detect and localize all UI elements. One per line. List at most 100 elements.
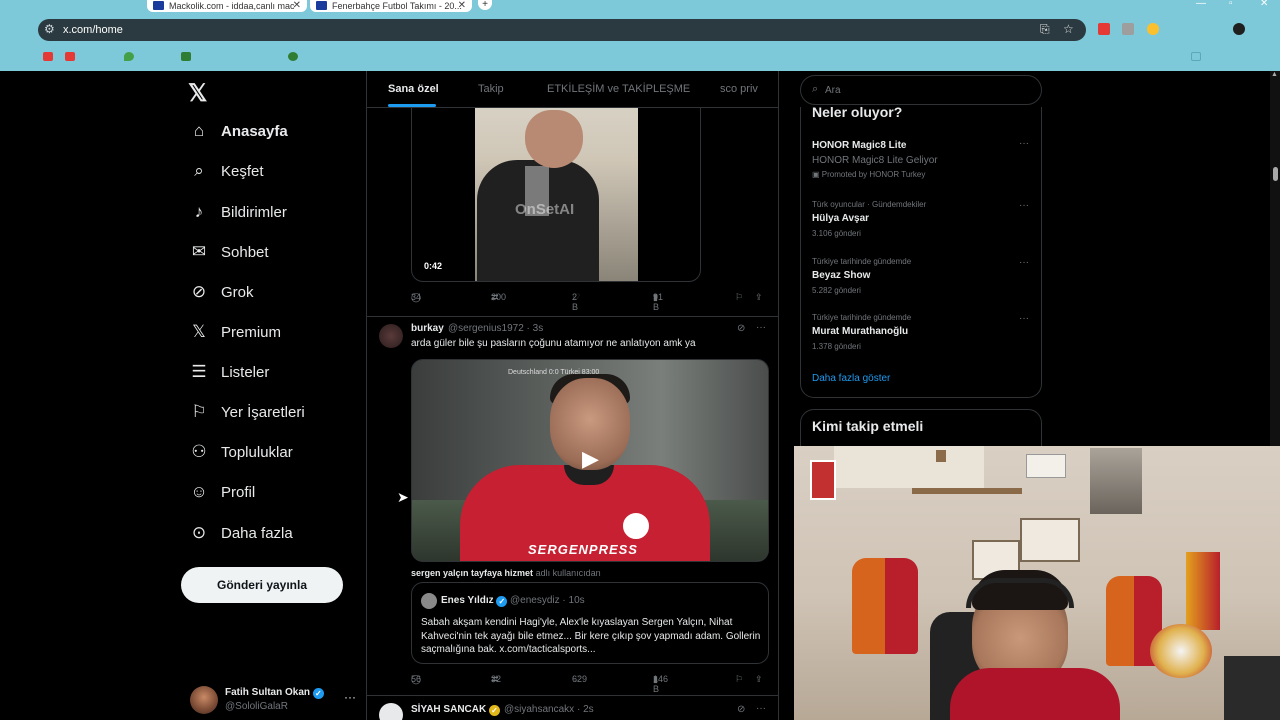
trend-title[interactable]: HONOR Magic8 Lite: [812, 140, 906, 151]
verified-badge-icon: ✓: [496, 596, 508, 607]
site-info-icon[interactable]: ⚙: [44, 22, 55, 36]
trend-post-count: 5.282 gönderi: [812, 286, 861, 295]
tweet-author-name[interactable]: burkay: [411, 323, 444, 334]
trend-title[interactable]: Beyaz Show: [812, 270, 870, 281]
share-icon[interactable]: ⇪: [755, 674, 763, 685]
install-app-icon[interactable]: ⎘: [1040, 22, 1050, 37]
bookmark-icon[interactable]: [181, 52, 191, 61]
search-input[interactable]: ⌕ Ara: [800, 75, 1042, 105]
tweet-author-name[interactable]: SİYAH SANCAK ✓: [411, 704, 500, 716]
nav-bookmarks[interactable]: ⚐ Yer İşaretleri: [188, 397, 305, 427]
maximize-icon[interactable]: ▫: [1229, 0, 1233, 9]
more-icon[interactable]: ···: [1019, 200, 1029, 211]
bookmark-tweet-icon[interactable]: ⚐: [735, 674, 743, 685]
x-logo-icon[interactable]: 𝕏: [188, 79, 207, 108]
nav-lists[interactable]: ☰ Listeler: [188, 357, 269, 387]
show-more-link[interactable]: Daha fazla göster: [812, 373, 890, 384]
close-window-icon[interactable]: ✕: [1260, 0, 1268, 9]
folder-bookmark-icon[interactable]: [1191, 52, 1201, 61]
tab-title: Mackolik.com - iddaa,canlı mac: [169, 1, 295, 11]
video-thumbnail: [475, 108, 638, 281]
tweet-author-handle[interactable]: @sergenius1972 · 3s: [448, 323, 543, 334]
retweet-count: 32: [491, 674, 502, 684]
tweet-divider: [367, 316, 778, 317]
people-icon: ⚇: [191, 442, 207, 461]
bookmarks-bar: [0, 44, 1280, 71]
context-author[interactable]: sergen yalçın tayfaya hizmet: [411, 568, 533, 578]
tab-list-sco-priv[interactable]: sco priv: [720, 83, 758, 95]
more-icon[interactable]: ···: [1019, 138, 1029, 149]
browser-tab-strip: Mackolik.com - iddaa,canlı mac ✕ Fenerba…: [0, 0, 1280, 16]
extension-icon[interactable]: [1147, 23, 1159, 35]
grok-icon[interactable]: ⊘: [737, 704, 745, 715]
tab-list-engagement[interactable]: ETKİLEŞİM ve TAKİPLEŞME: [547, 83, 690, 95]
extension-icon[interactable]: [1098, 23, 1110, 35]
share-icon[interactable]: ⇪: [755, 292, 763, 303]
nav-communities[interactable]: ⚇ Topluluklar: [188, 437, 292, 467]
close-tab-icon[interactable]: ✕: [293, 0, 301, 11]
account-handle: @SololiGalaR: [225, 701, 288, 712]
bookmark-tweet-icon[interactable]: ⚐: [735, 292, 743, 303]
browser-tab-mackolik[interactable]: Mackolik.com - iddaa,canlı mac ✕: [147, 0, 307, 12]
nav-explore[interactable]: ⌕ Keşfet: [188, 156, 263, 186]
more-icon[interactable]: ···: [756, 703, 766, 714]
nav-profile[interactable]: ☺ Profil: [188, 477, 255, 507]
framed-newspaper: [1020, 518, 1080, 562]
nav-home[interactable]: ⌂ Anasayfa: [188, 116, 288, 146]
star-bookmark-icon[interactable]: ☆: [1063, 22, 1074, 36]
new-tab-button[interactable]: +: [478, 0, 492, 10]
extension-icon[interactable]: [1122, 23, 1134, 35]
address-bar[interactable]: ⚙ x.com/home ⎘ ☆: [38, 19, 1086, 41]
nav-premium[interactable]: 𝕏 Premium: [188, 317, 281, 347]
url-text[interactable]: x.com/home: [63, 24, 123, 36]
tweet-video[interactable]: Deutschland 0:0 Türkei 83:00 ▶ SERGENPRE…: [411, 359, 769, 562]
more-icon[interactable]: ···: [1019, 257, 1029, 268]
nav-label: Sohbet: [221, 243, 269, 261]
youtube-bookmark-icon[interactable]: [43, 52, 53, 61]
bookmark-icon[interactable]: [288, 52, 298, 61]
search-icon: ⌕: [812, 83, 819, 95]
browser-tab-fenerbahce[interactable]: Fenerbahçe Futbol Takımı - 20... ✕: [310, 0, 472, 12]
view-count: 91 B: [653, 292, 664, 312]
maps-bookmark-icon[interactable]: [124, 52, 134, 61]
main-feed: Sana özel Takip ETKİLEŞİM ve TAKİPLEŞME …: [366, 71, 779, 720]
avatar[interactable]: [379, 703, 403, 720]
scroll-thumb[interactable]: [1273, 167, 1278, 181]
avatar: [421, 593, 437, 609]
avatar[interactable]: [379, 324, 403, 348]
tweet-actions: ◯ 34 ⇄ 200 ♡ 2 B ▮ 91 B ⚐ ⇪: [411, 292, 771, 312]
trend-title[interactable]: Murat Murathanoğlu: [812, 326, 908, 337]
like-count: 629: [572, 674, 588, 684]
more-icon[interactable]: ···: [1019, 313, 1029, 324]
play-icon[interactable]: ▶: [582, 446, 599, 472]
nav-label: Listeler: [221, 363, 270, 381]
youtube-bookmark-icon[interactable]: [65, 52, 75, 61]
headset-icon: [966, 578, 1074, 608]
close-tab-icon[interactable]: ✕: [458, 0, 466, 11]
tab-title: Fenerbahçe Futbol Takımı - 20...: [332, 1, 462, 11]
quoted-author-name-text: Enes Yıldız: [441, 595, 494, 606]
trends-panel: Neler oluyor? HONOR Magic8 Lite HONOR Ma…: [800, 104, 1042, 398]
minimize-icon[interactable]: —: [1196, 0, 1206, 9]
more-icon[interactable]: ···: [756, 322, 766, 333]
nav-label: Yer İşaretleri: [221, 403, 305, 421]
nav-notifications[interactable]: ♪ Bildirimler: [188, 197, 287, 227]
wall-shelf-background: [834, 446, 984, 488]
tab-for-you[interactable]: Sana özel: [388, 83, 439, 95]
post-button[interactable]: Gönderi yayınla: [181, 567, 343, 603]
more-circle-icon: ⊙: [191, 523, 207, 542]
tweet-author-handle[interactable]: @siyahsancakx · 2s: [504, 704, 594, 715]
profile-avatar-icon[interactable]: [1233, 23, 1245, 35]
quoted-tweet[interactable]: Enes Yıldız ✓ @enesydiz · 10s Sabah akşa…: [411, 582, 769, 664]
more-icon[interactable]: ···: [344, 690, 356, 704]
tab-following[interactable]: Takip: [478, 83, 504, 95]
trend-title[interactable]: Hülya Avşar: [812, 213, 869, 224]
scroll-up-icon[interactable]: ▲: [1271, 71, 1278, 78]
grok-icon[interactable]: ⊘: [737, 323, 745, 334]
tweet-video[interactable]: OnSetAI 0:42: [411, 108, 701, 282]
nav-chat[interactable]: ✉ Sohbet: [188, 237, 269, 267]
nav-more[interactable]: ⊙ Daha fazla: [188, 518, 293, 548]
nav-grok[interactable]: ⊘ Grok: [188, 277, 254, 307]
account-switcher[interactable]: Fatih Sultan Okan ✓ @SololiGalaR ···: [190, 685, 356, 717]
promoted-text: Promoted by HONOR Turkey: [821, 170, 926, 179]
